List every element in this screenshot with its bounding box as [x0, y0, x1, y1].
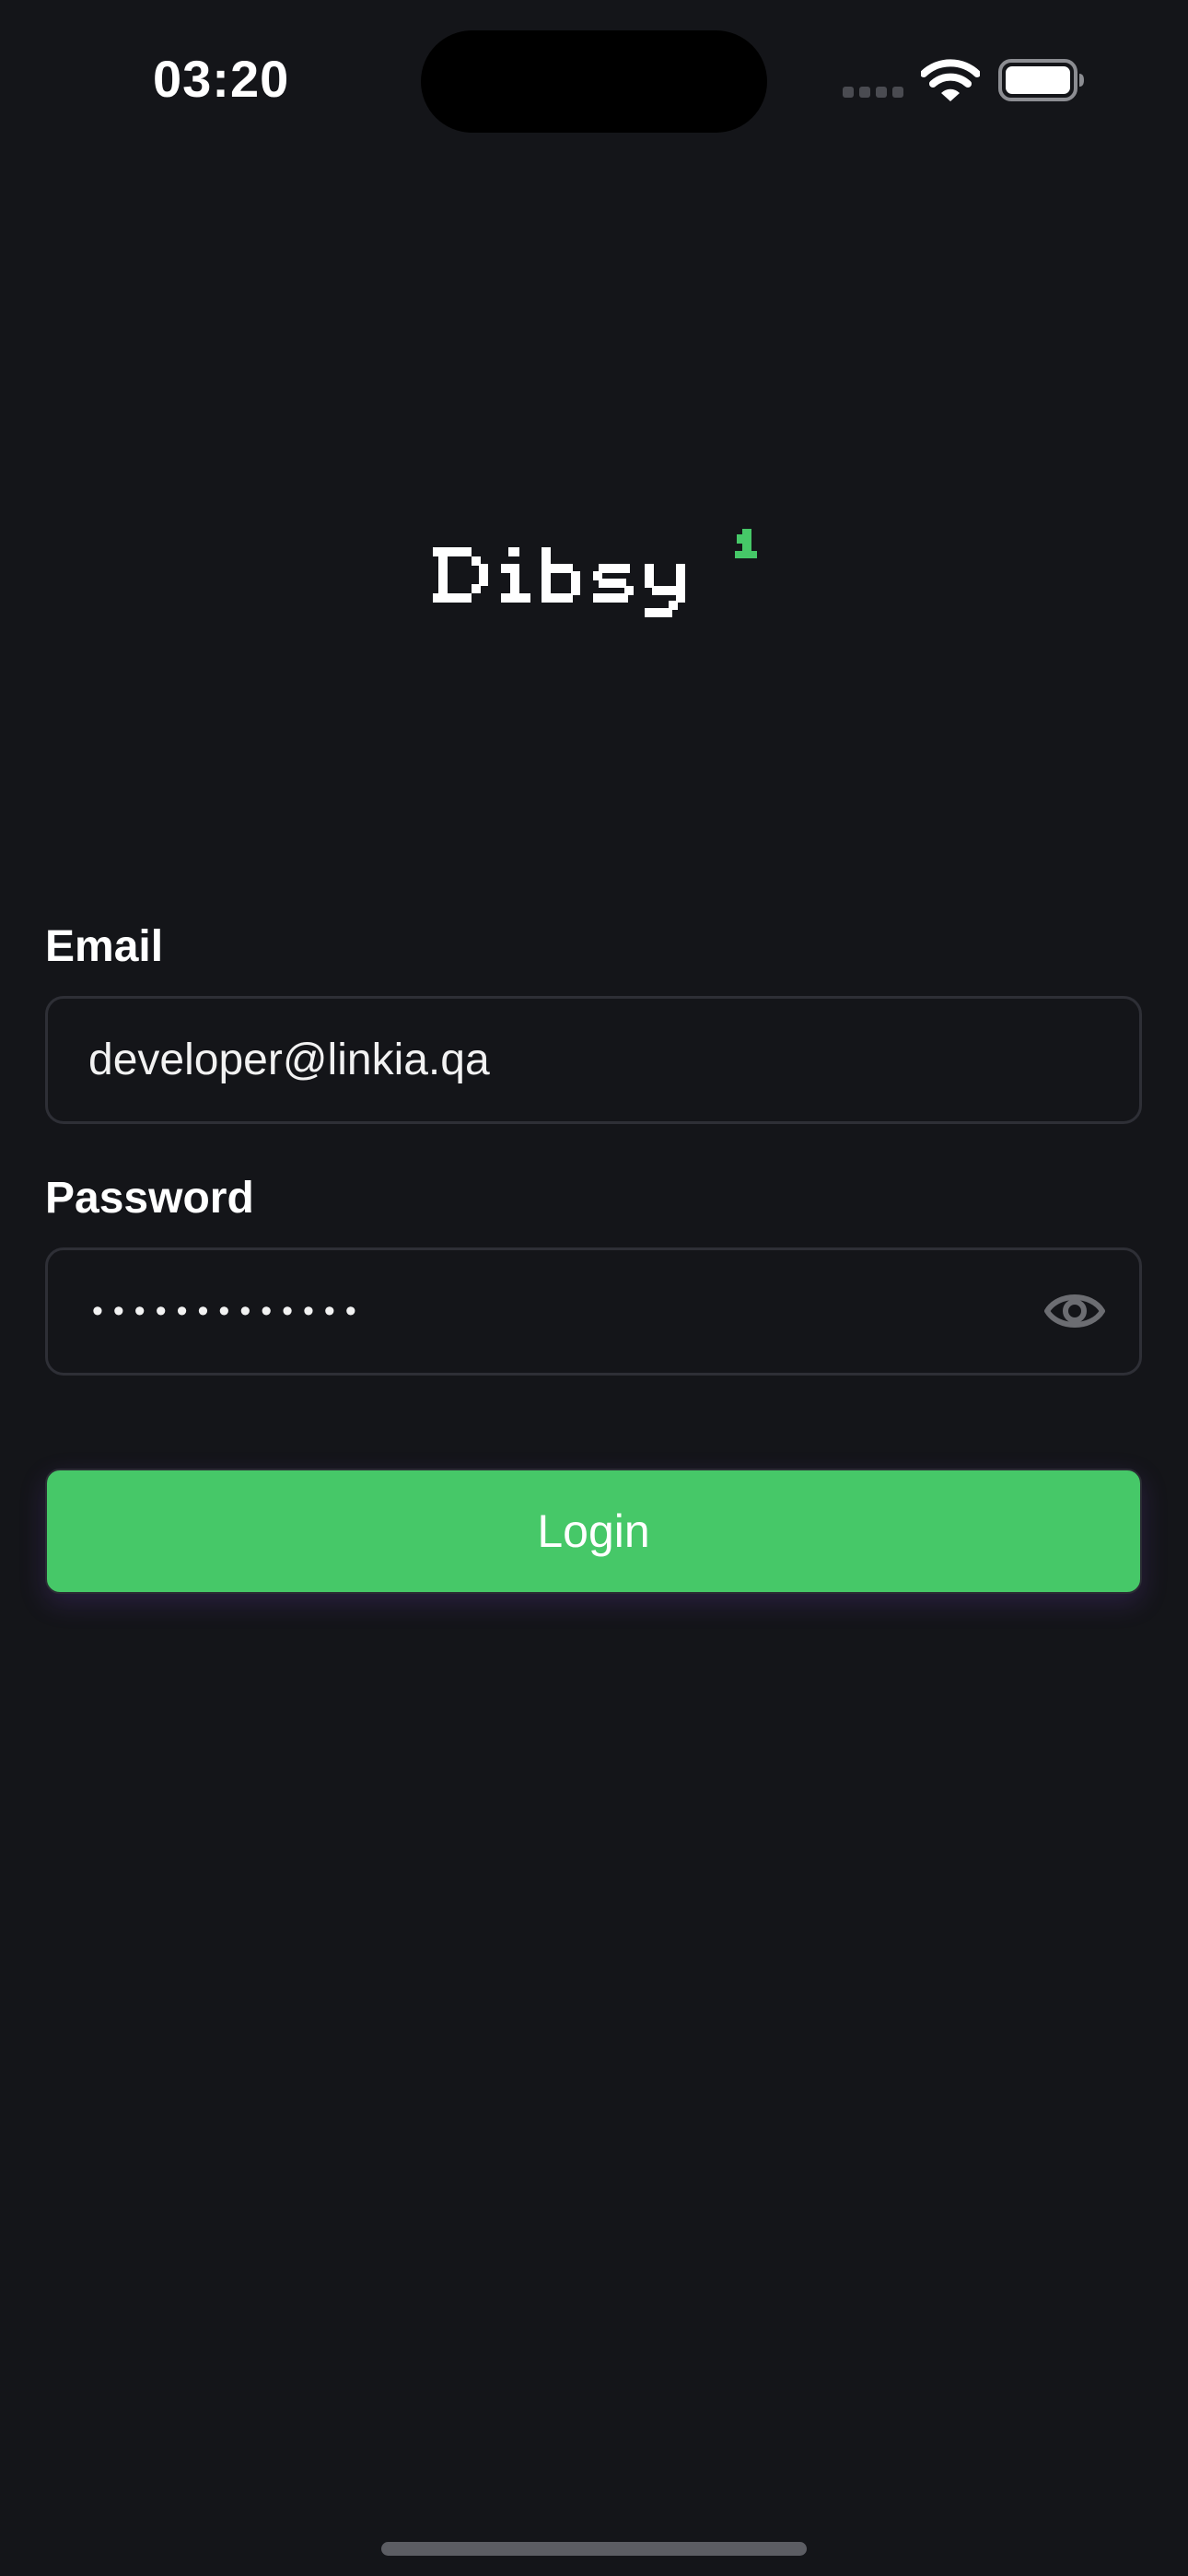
email-label: Email [45, 922, 164, 971]
login-button[interactable]: Login [45, 1469, 1142, 1594]
password-label: Password [45, 1174, 254, 1223]
eye-icon[interactable] [1043, 1283, 1106, 1339]
email-value: developer@linkia.qa [88, 1036, 490, 1084]
cellular-signal-icon [843, 87, 903, 98]
dibsy-logo [433, 529, 757, 617]
email-field[interactable]: developer@linkia.qa [45, 996, 1142, 1124]
password-masked-value: ••••••••••••• [92, 1294, 367, 1329]
password-field[interactable]: ••••••••••••• [45, 1247, 1142, 1376]
battery-icon [998, 59, 1084, 101]
dynamic-island [421, 30, 767, 133]
home-indicator[interactable] [381, 2542, 807, 2556]
status-time: 03:20 [153, 50, 290, 108]
wifi-icon [921, 59, 980, 101]
